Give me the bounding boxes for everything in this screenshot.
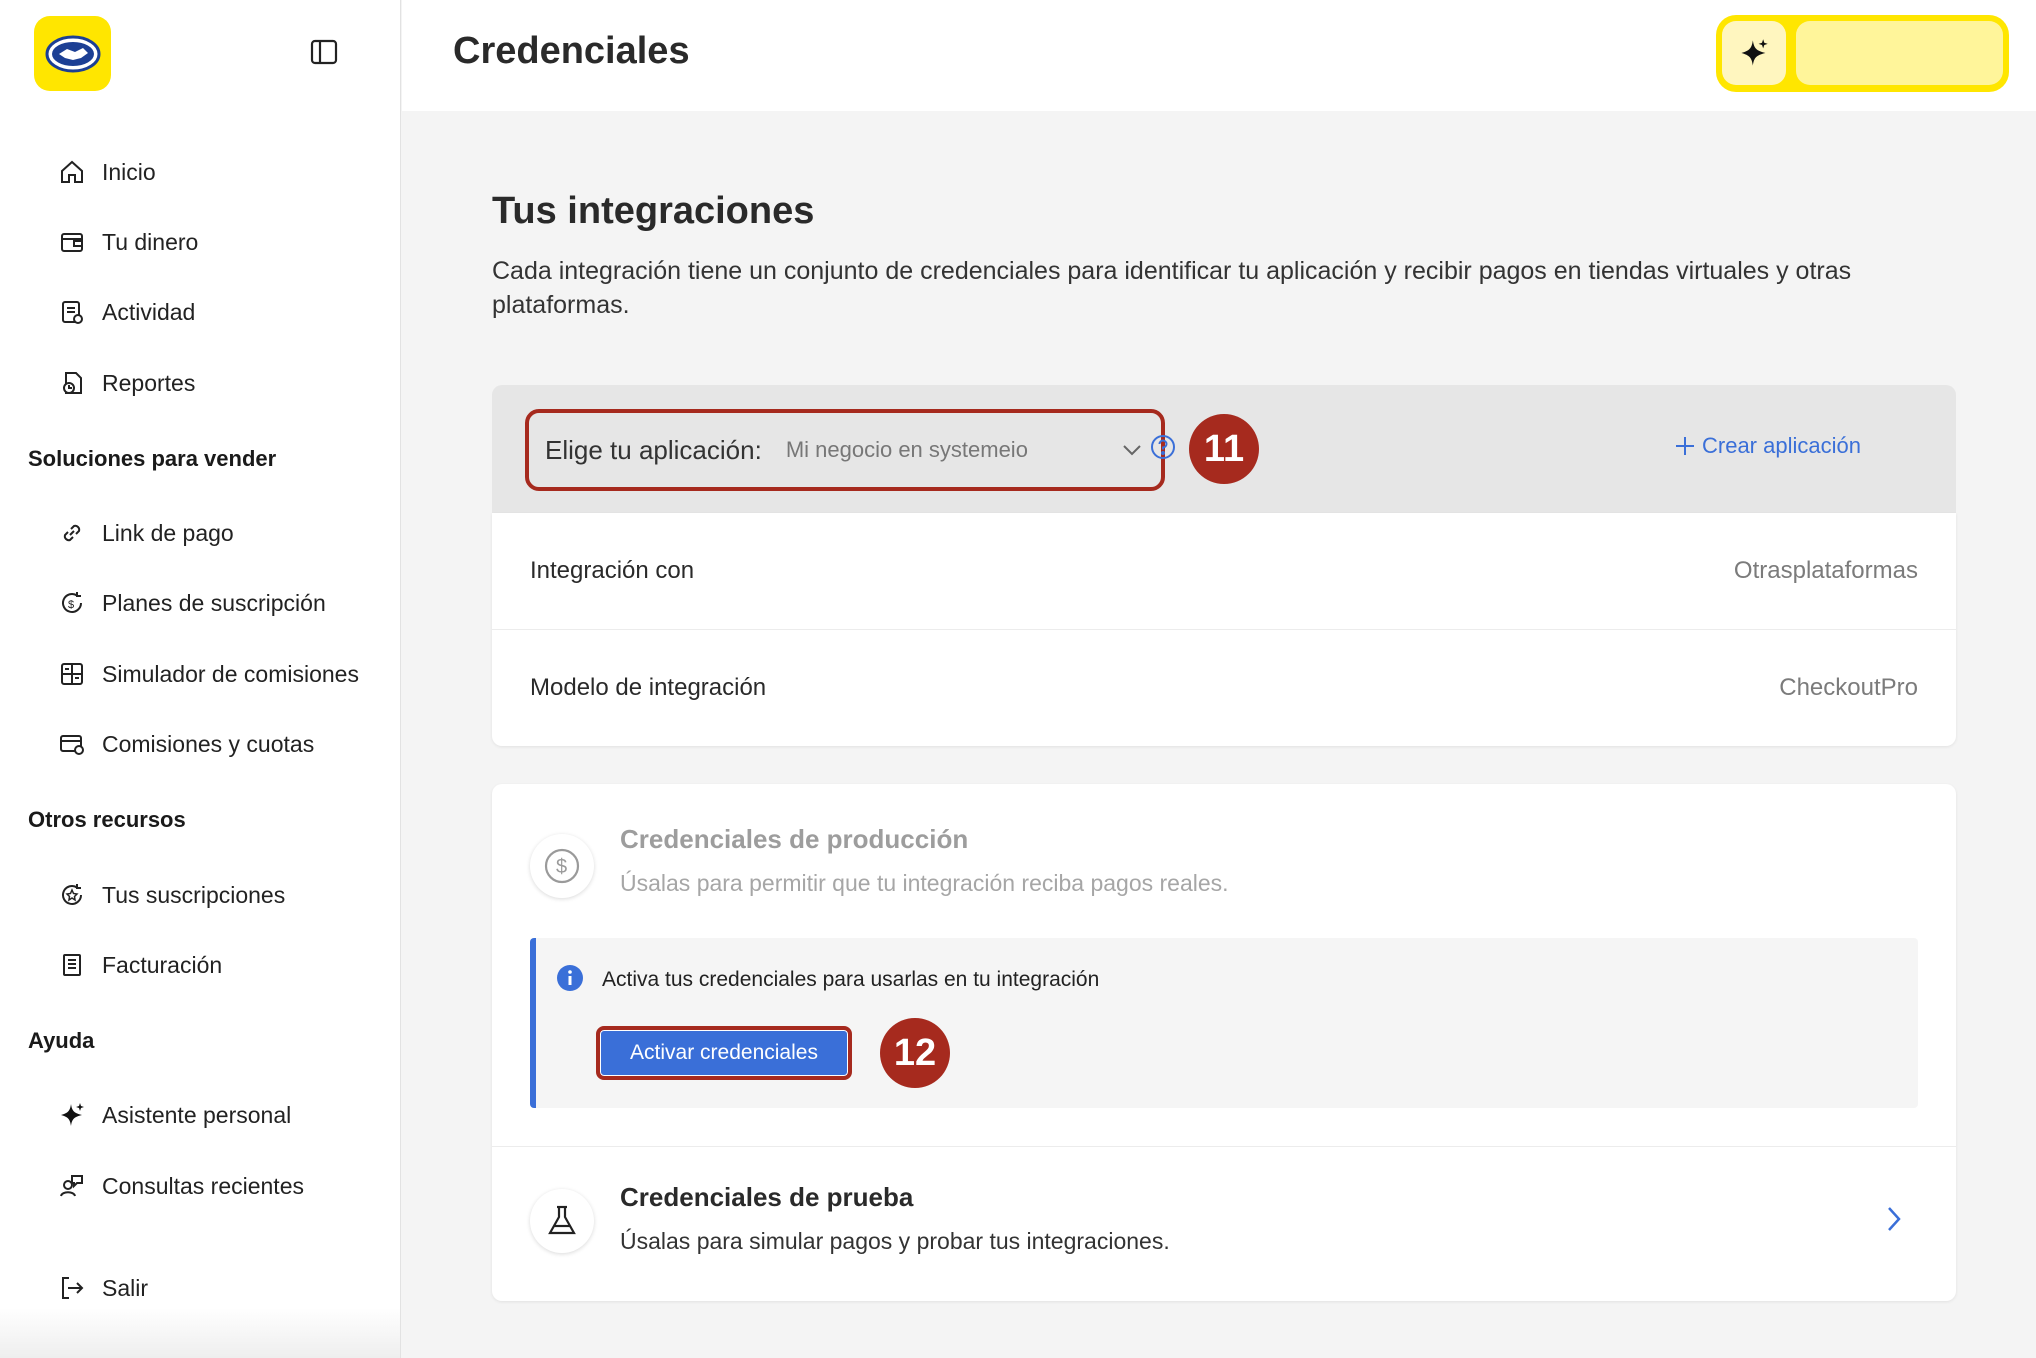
sidebar-item-label: Tus suscripciones xyxy=(102,881,286,908)
info-value: CheckoutPro xyxy=(1779,674,1918,701)
sidebar-toggle-icon xyxy=(310,39,338,65)
production-credentials-subtitle: Úsalas para permitir que tu integración … xyxy=(620,870,1229,896)
section-heading-vender: Soluciones para vender xyxy=(28,446,277,471)
info-label: Modelo de integración xyxy=(530,674,767,701)
sidebar-item-link-de-pago[interactable]: Link de pago xyxy=(56,513,234,553)
handshake-icon xyxy=(45,35,100,72)
sidebar-item-label: Reportes xyxy=(102,369,196,396)
home-icon xyxy=(56,156,88,188)
app-selector-bar: Elige tu aplicación: Mi negocio en syste… xyxy=(492,385,1956,513)
question-circle-icon[interactable] xyxy=(1149,433,1177,461)
sidebar-fade xyxy=(0,1308,400,1358)
create-app-link[interactable]: Crear aplicación xyxy=(1674,433,1861,459)
plus-icon xyxy=(1676,437,1694,455)
sidebar-item-tus-suscripciones[interactable]: Tus suscripciones xyxy=(56,875,285,915)
assistant-button[interactable] xyxy=(1722,21,1786,85)
sidebar-item-label: Inicio xyxy=(102,158,156,185)
sidebar-item-label: Consultas recientes xyxy=(102,1172,304,1199)
svg-text:$: $ xyxy=(556,856,567,878)
wallet-icon xyxy=(56,226,88,258)
production-credentials-title: Credenciales de producción xyxy=(620,824,969,854)
assistant-widget xyxy=(1716,15,2009,92)
link-icon xyxy=(56,517,88,549)
info-row-integration: Integración con Otrasplataformas xyxy=(492,513,1956,629)
test-credentials-row[interactable]: Credenciales de prueba Úsalas para simul… xyxy=(492,1149,1956,1299)
integration-info-card: Integración con Otrasplataformas Modelo … xyxy=(492,513,1956,746)
sidebar-item-label: Tu dinero xyxy=(102,228,199,255)
sidebar-item-inicio[interactable]: Inicio xyxy=(56,152,156,192)
section-description: Cada integración tiene un conjunto de cr… xyxy=(492,257,1852,319)
sidebar-item-label: Salir xyxy=(102,1274,149,1301)
sidebar-item-label: Asistente personal xyxy=(102,1101,292,1128)
section-heading-ayuda: Ayuda xyxy=(28,1028,95,1053)
section-title: Tus integraciones xyxy=(492,190,815,232)
info-label: Integración con xyxy=(530,557,695,584)
section-heading-otros: Otros recursos xyxy=(28,807,186,832)
credentials-card: $ Credenciales de producción Úsalas para… xyxy=(492,784,1956,1301)
chevron-right-icon xyxy=(1888,1207,1901,1231)
activation-notice: Activa tus credenciales para usarlas en … xyxy=(530,938,1918,1108)
sidebar-item-label: Actividad xyxy=(102,298,196,325)
flask-icon xyxy=(530,1189,594,1253)
sidebar-item-reportes[interactable]: Reportes xyxy=(56,363,195,403)
info-row-model: Modelo de integración CheckoutPro xyxy=(492,630,1956,746)
notice-text: Activa tus credenciales para usarlas en … xyxy=(602,968,1100,991)
sidebar-item-actividad[interactable]: Actividad xyxy=(56,292,195,332)
test-credentials-title: Credenciales de prueba xyxy=(620,1182,914,1212)
sidebar-item-label: Facturación xyxy=(102,951,223,978)
sidebar-item-label: Comisiones y cuotas xyxy=(102,730,315,757)
logout-icon xyxy=(56,1272,88,1304)
sidebar-item-comisiones[interactable]: Comisiones y cuotas xyxy=(56,724,314,764)
sidebar-item-label: Link de pago xyxy=(102,519,234,546)
subscription-plan-icon: $ xyxy=(56,587,88,619)
divider xyxy=(492,1146,1956,1147)
create-app-label: Crear aplicación xyxy=(1702,433,1861,458)
activity-list-icon xyxy=(56,296,88,328)
sidebar-item-planes[interactable]: $ Planes de suscripción xyxy=(56,583,326,623)
sidebar-item-label: Simulador de comisiones xyxy=(102,660,359,687)
sparkle-icon xyxy=(56,1099,88,1131)
sidebar-toggle-button[interactable] xyxy=(306,36,342,68)
activate-credentials-button[interactable]: Activar credenciales xyxy=(596,1026,852,1080)
info-circle-icon xyxy=(557,965,583,991)
sidebar-item-facturacion[interactable]: Facturación xyxy=(56,945,222,985)
star-refresh-icon xyxy=(56,879,88,911)
sidebar-item-consultas[interactable]: Consultas recientes xyxy=(56,1166,304,1206)
sidebar-item-asistente[interactable]: Asistente personal xyxy=(56,1095,291,1135)
invoice-icon xyxy=(56,949,88,981)
step-badge-11: 11 xyxy=(1189,414,1259,484)
chevron-down-icon xyxy=(1123,445,1141,456)
svg-text:$: $ xyxy=(68,599,74,611)
assistant-input[interactable] xyxy=(1796,21,2003,85)
support-chat-icon xyxy=(56,1170,88,1202)
step-badge-12: 12 xyxy=(880,1018,950,1088)
mercadopago-logo[interactable] xyxy=(34,16,111,91)
info-value: Otrasplataformas xyxy=(1733,557,1918,584)
sidebar-item-label: Planes de suscripción xyxy=(102,589,326,616)
sparkle-icon xyxy=(1741,39,1768,66)
app-select-dropdown[interactable]: Elige tu aplicación: Mi negocio en syste… xyxy=(525,409,1175,491)
page-title: Credenciales xyxy=(453,30,690,72)
test-credentials-subtitle: Úsalas para simular pagos y probar tus i… xyxy=(620,1228,1170,1254)
app-select-value: Mi negocio en systemeio xyxy=(785,437,1028,462)
app-select-label: Elige tu aplicación: xyxy=(545,434,762,465)
sidebar-item-tu-dinero[interactable]: Tu dinero xyxy=(56,222,198,262)
fees-card-icon xyxy=(56,728,88,760)
dollar-circle-icon: $ xyxy=(530,834,594,898)
sidebar: Inicio Tu dinero Actividad Reportes Solu… xyxy=(0,0,401,1358)
sidebar-item-salir[interactable]: Salir xyxy=(56,1268,148,1308)
calculator-icon xyxy=(56,658,88,690)
report-icon xyxy=(56,367,88,399)
sidebar-item-simulador[interactable]: Simulador de comisiones xyxy=(56,654,359,694)
